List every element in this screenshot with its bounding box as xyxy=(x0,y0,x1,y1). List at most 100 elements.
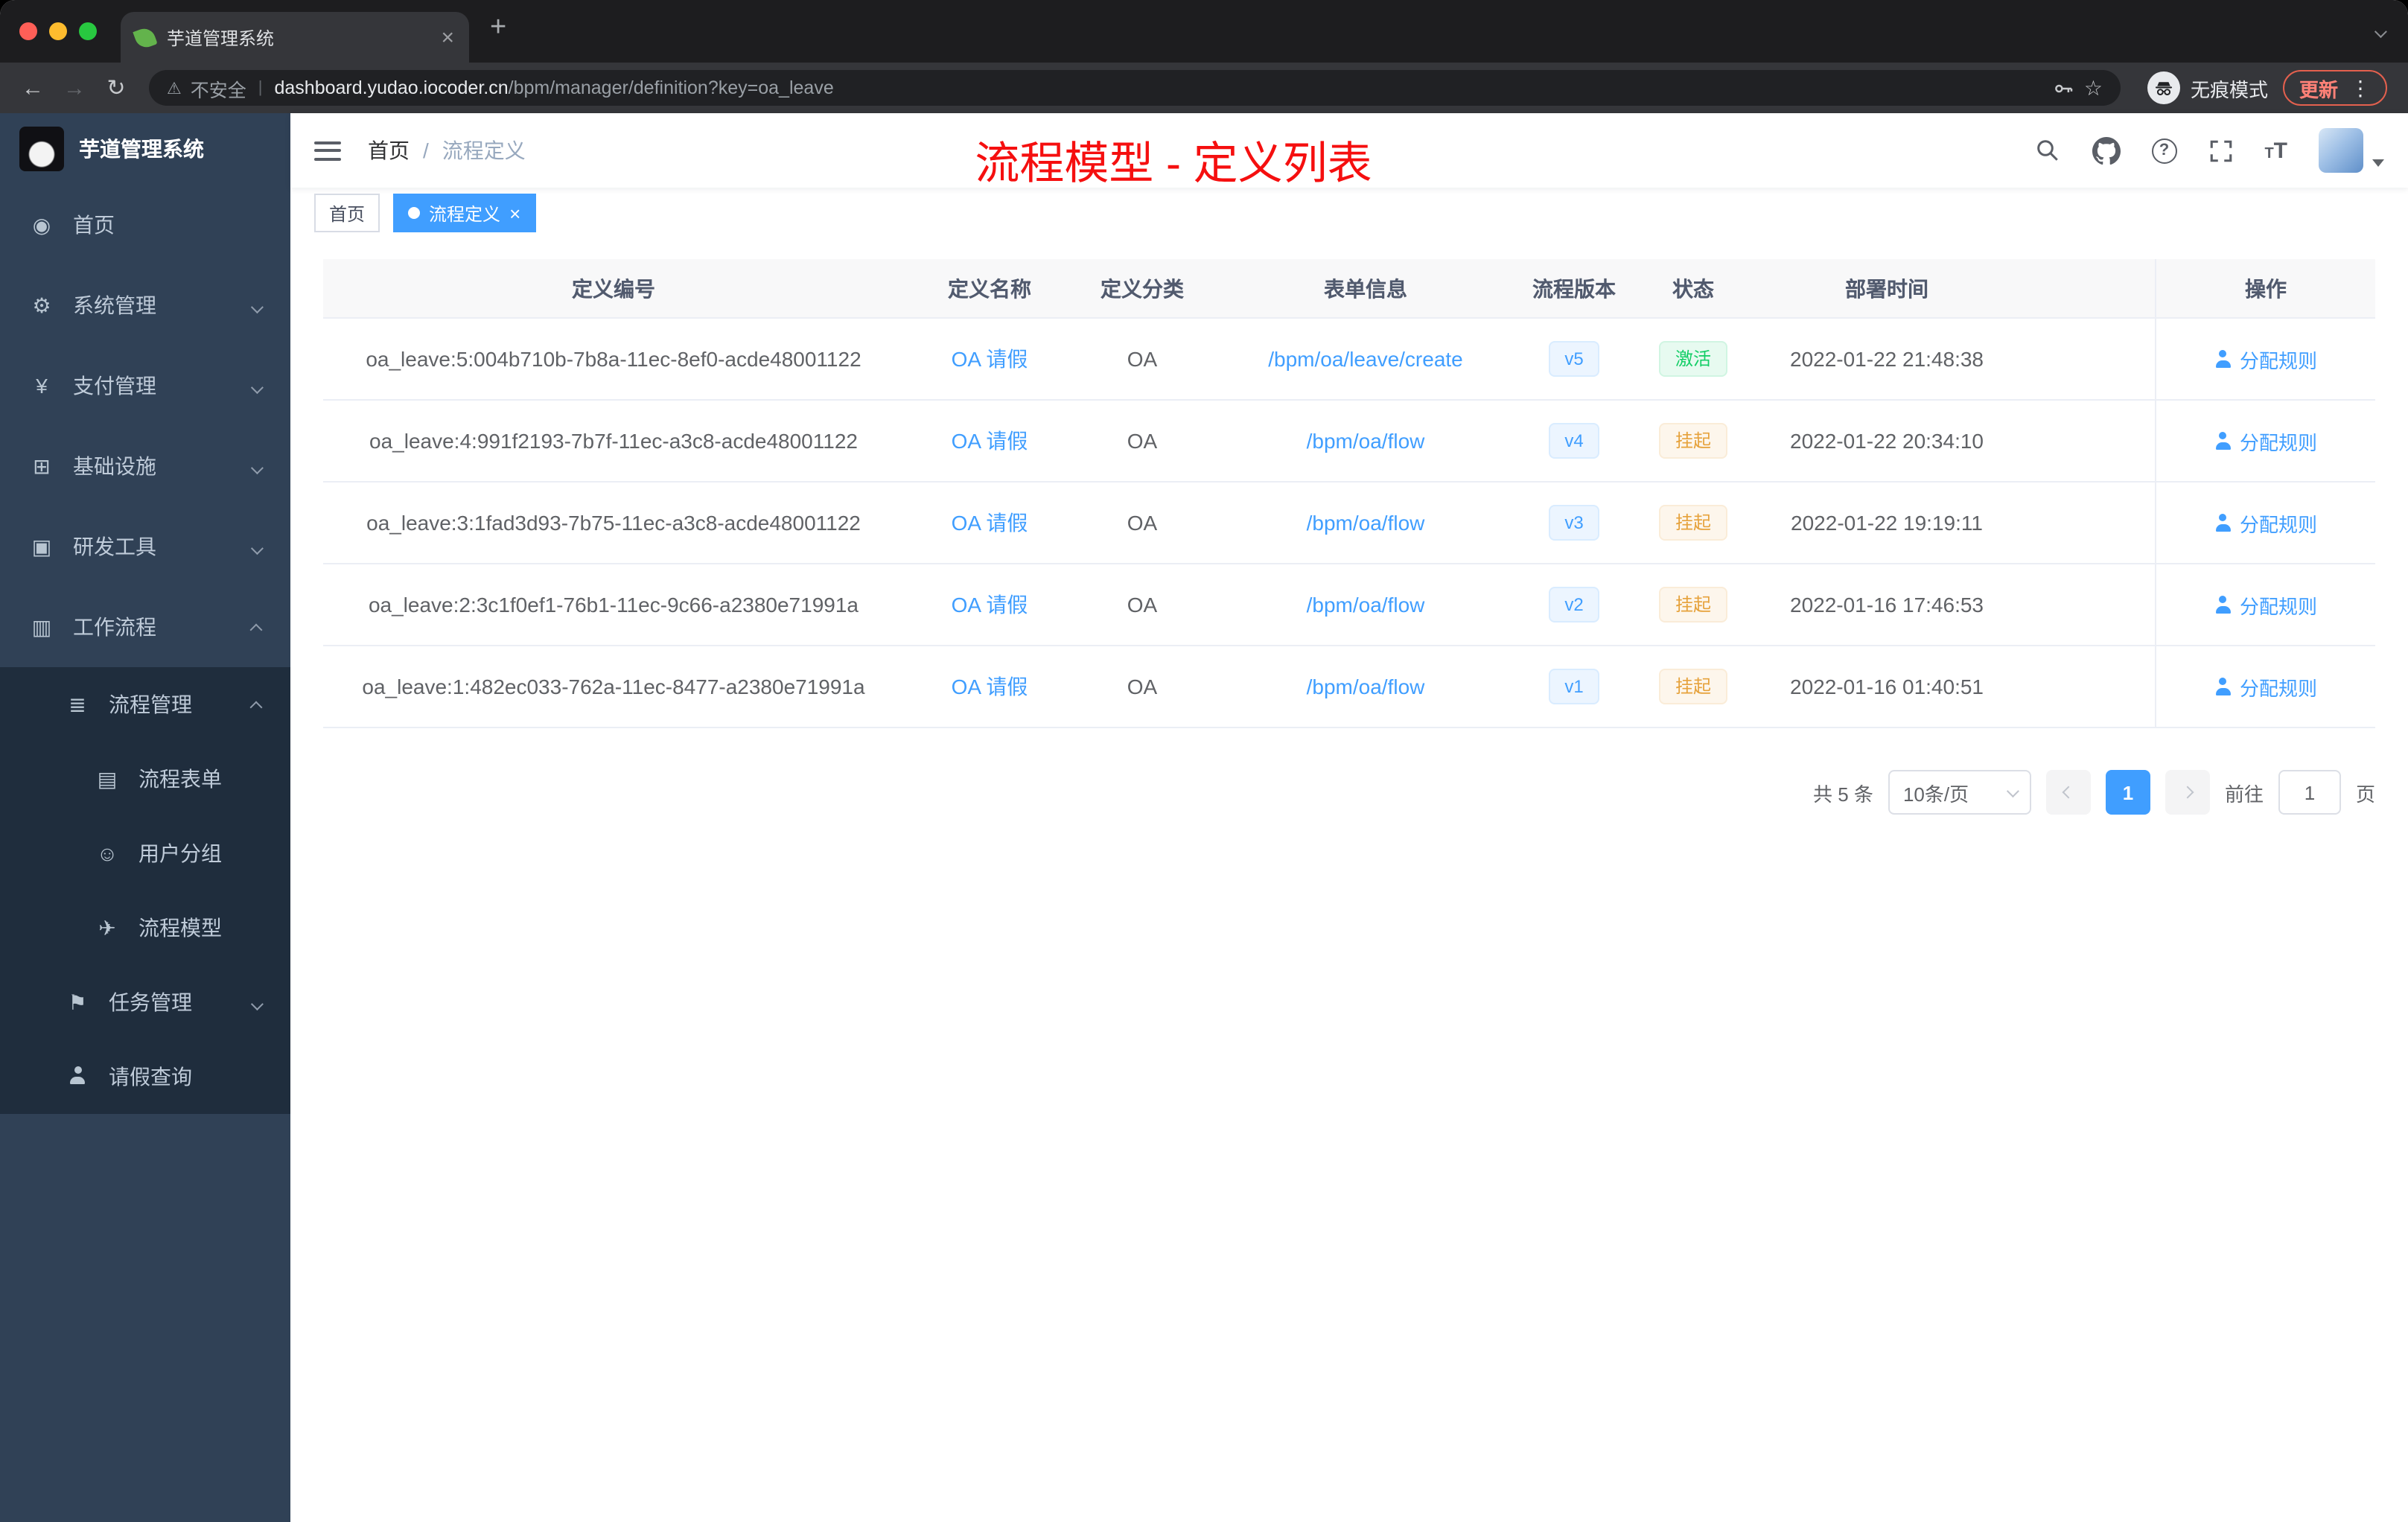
definition-name-link[interactable]: OA 请假 xyxy=(952,429,1028,453)
tab-close-icon[interactable]: × xyxy=(441,26,454,48)
back-button[interactable]: ← xyxy=(12,75,54,101)
url-path: /bpm/manager/definition?key=oa_leave xyxy=(508,77,834,98)
app-logo[interactable]: 芋道管理系统 xyxy=(0,113,290,185)
help-icon[interactable]: ? xyxy=(2151,138,2177,163)
search-icon[interactable] xyxy=(2033,137,2060,164)
page-number-button[interactable]: 1 xyxy=(2105,770,2150,815)
form-link[interactable]: /bpm/oa/flow xyxy=(1307,429,1425,453)
minimize-window-button[interactable] xyxy=(49,22,67,40)
definition-name-link[interactable]: OA 请假 xyxy=(952,593,1028,617)
new-tab-button[interactable]: + xyxy=(490,13,506,41)
close-window-button[interactable] xyxy=(19,22,37,40)
sidebar-item-workflow[interactable]: ▥ 工作流程 xyxy=(0,587,290,667)
sidebar-item-label: 流程模型 xyxy=(138,916,222,940)
person-icon xyxy=(2214,432,2232,450)
assign-rule-link[interactable]: 分配规则 xyxy=(2214,590,2317,619)
sidebar-item-user-group[interactable]: ☺ 用户分组 xyxy=(0,816,290,891)
assign-rule-link[interactable]: 分配规则 xyxy=(2214,509,2317,537)
definition-name-link[interactable]: OA 请假 xyxy=(952,511,1028,535)
assign-rule-link[interactable]: 分配规则 xyxy=(2214,427,2317,455)
tag-process-definition[interactable]: 流程定义 × xyxy=(393,194,536,232)
bookmark-star-icon[interactable]: ☆ xyxy=(2084,75,2103,101)
cell-definition-name: OA 请假 xyxy=(904,426,1075,456)
incognito-label: 无痕模式 xyxy=(2190,78,2268,101)
sidebar-item-process-form[interactable]: ▤ 流程表单 xyxy=(0,742,290,816)
cell-definition-name: OA 请假 xyxy=(904,672,1075,701)
sidebar-item-leave-query[interactable]: 请假查询 xyxy=(0,1039,290,1114)
assign-rule-link[interactable]: 分配规则 xyxy=(2214,345,2317,373)
tab-favicon-icon xyxy=(133,25,158,50)
breadcrumb-current: 流程定义 xyxy=(442,138,526,162)
sidebar-item-process-management[interactable]: ≣ 流程管理 xyxy=(0,667,290,742)
sidebar-item-home[interactable]: ◉ 首页 xyxy=(0,185,290,265)
cell-actions: 分配规则 xyxy=(2155,564,2375,645)
workflow-submenu: ≣ 流程管理 ▤ 流程表单 ☺ 用户分组 ✈ 流程模型 ⚑ 任务管理 请假查询 xyxy=(0,667,290,1114)
assign-rule-link[interactable]: 分配规则 xyxy=(2214,672,2317,701)
browser-tab[interactable]: 芋道管理系统 × xyxy=(121,12,469,63)
user-menu[interactable] xyxy=(2319,128,2384,173)
cell-status: 挂起 xyxy=(1626,669,1760,704)
person-icon xyxy=(2214,514,2232,532)
cell-definition-id: oa_leave:2:3c1f0ef1-76b1-11ec-9c66-a2380… xyxy=(368,593,859,617)
browser-menu-kebab-icon[interactable]: ⋮ xyxy=(2350,77,2371,98)
table-header-row: 定义编号 定义名称 定义分类 表单信息 流程版本 状态 部署时间 操作 xyxy=(323,259,2375,319)
cell-form-info: /bpm/oa/flow xyxy=(1209,675,1522,698)
cell-version: v1 xyxy=(1522,669,1626,704)
key-icon[interactable] xyxy=(2053,77,2075,99)
tags-bar: 首页 流程定义 × xyxy=(290,188,2408,238)
prev-page-button[interactable] xyxy=(2045,770,2091,815)
sidebar-item-system-management[interactable]: ⚙ 系统管理 xyxy=(0,265,290,346)
font-size-icon[interactable]: TT xyxy=(2264,138,2287,163)
tag-close-icon[interactable]: × xyxy=(509,203,520,223)
url-host: dashboard.yudao.iocoder.cn xyxy=(274,77,509,98)
table-row: oa_leave:5:004b710b-7b8a-11ec-8ef0-acde4… xyxy=(323,319,2375,401)
form-link[interactable]: /bpm/oa/leave/create xyxy=(1268,347,1463,371)
version-badge: v1 xyxy=(1548,669,1600,704)
definition-name-link[interactable]: OA 请假 xyxy=(952,347,1028,371)
browser-toolbar: ← → ↻ ⚠ 不安全 | dashboard.yudao.iocoder.cn… xyxy=(0,63,2408,113)
zoom-window-button[interactable] xyxy=(79,22,97,40)
sidebar-item-payment-management[interactable]: ¥ 支付管理 xyxy=(0,346,290,426)
fullscreen-icon[interactable] xyxy=(2208,138,2233,163)
tag-home[interactable]: 首页 xyxy=(314,194,380,232)
sidebar-toggle-icon[interactable] xyxy=(314,141,341,160)
address-bar[interactable]: ⚠ 不安全 | dashboard.yudao.iocoder.cn/bpm/m… xyxy=(149,70,2121,106)
sidebar-item-infrastructure[interactable]: ⊞ 基础设施 xyxy=(0,426,290,506)
definition-name-link[interactable]: OA 请假 xyxy=(952,675,1028,698)
form-link[interactable]: /bpm/oa/flow xyxy=(1307,511,1425,535)
cell-actions: 分配规则 xyxy=(2155,483,2375,563)
goto-page-input[interactable] xyxy=(2278,770,2341,815)
cell-definition-id: oa_leave:5:004b710b-7b8a-11ec-8ef0-acde4… xyxy=(366,347,861,371)
form-link[interactable]: /bpm/oa/flow xyxy=(1307,593,1425,617)
table-row: oa_leave:1:482ec033-762a-11ec-8477-a2380… xyxy=(323,646,2375,728)
url-separator: | xyxy=(258,79,263,97)
next-page-button[interactable] xyxy=(2165,770,2210,815)
page-content: 定义编号 定义名称 定义分类 表单信息 流程版本 状态 部署时间 操作 oa_l… xyxy=(290,238,2408,815)
caret-down-icon xyxy=(2372,159,2384,167)
sidebar-item-label: 基础设施 xyxy=(73,454,156,478)
tab-strip: 芋道管理系统 × + xyxy=(0,0,2408,63)
form-link[interactable]: /bpm/oa/flow xyxy=(1307,675,1425,698)
col-header-status: 状态 xyxy=(1672,276,1714,300)
status-badge: 挂起 xyxy=(1658,423,1727,459)
github-icon[interactable] xyxy=(2092,136,2121,165)
sidebar-item-dev-tools[interactable]: ▣ 研发工具 xyxy=(0,506,290,587)
definition-table: 定义编号 定义名称 定义分类 表单信息 流程版本 状态 部署时间 操作 oa_l… xyxy=(323,259,2375,728)
breadcrumb-home-link[interactable]: 首页 xyxy=(368,136,410,165)
cell-category: OA xyxy=(1127,511,1158,535)
col-header-deploy-time: 部署时间 xyxy=(1845,276,1928,300)
reload-button[interactable]: ↻ xyxy=(95,74,137,101)
forward-button[interactable]: → xyxy=(54,75,95,101)
form-icon: ▤ xyxy=(97,766,118,790)
sidebar-item-process-model[interactable]: ✈ 流程模型 xyxy=(0,891,290,965)
cell-definition-id: oa_leave:1:482ec033-762a-11ec-8477-a2380… xyxy=(362,675,865,698)
yen-icon: ¥ xyxy=(36,374,48,398)
sidebar-item-task-management[interactable]: ⚑ 任务管理 xyxy=(0,965,290,1039)
chevron-down-icon xyxy=(250,535,264,558)
update-button[interactable]: 更新 ⋮ xyxy=(2282,70,2387,106)
tab-search-chevron-icon[interactable] xyxy=(2374,18,2387,45)
cell-definition-name: OA 请假 xyxy=(904,508,1075,538)
breadcrumb: 首页 / 流程定义 xyxy=(368,136,526,165)
dev-tools-icon: ▣ xyxy=(31,534,52,558)
page-size-select[interactable]: 10条/页 xyxy=(1888,770,2031,815)
